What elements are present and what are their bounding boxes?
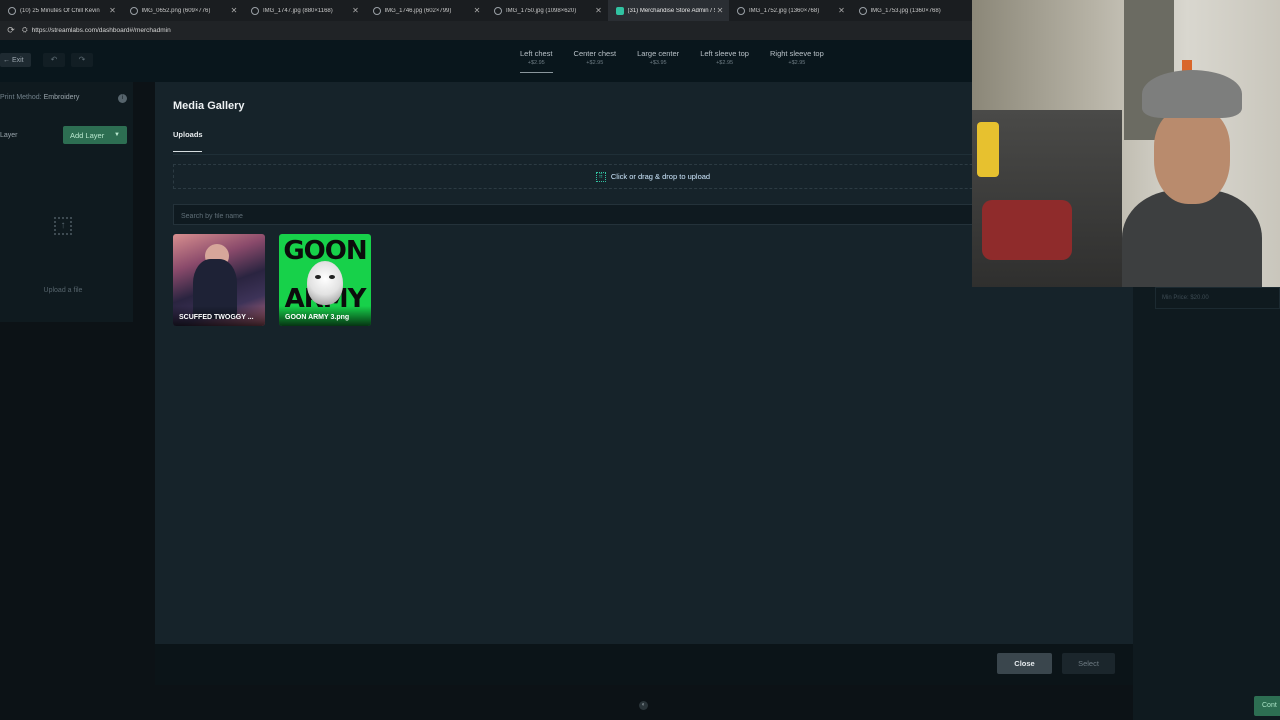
modal-title: Media Gallery [173, 100, 245, 112]
browser-tab[interactable]: IMG_0652.png (609×776) ✕ [122, 0, 244, 21]
webcam-person-cap [1142, 70, 1242, 118]
exit-button[interactable]: ← Exit [0, 53, 31, 67]
exit-label: Exit [11, 56, 24, 64]
dropzone-label: Click or drag & drop to upload [610, 172, 711, 181]
tab-close-icon[interactable]: ✕ [351, 6, 361, 15]
layer-panel: Print Method: Embroidery i Layer Add Lay… [0, 82, 133, 322]
placement-price: +$3.95 [649, 60, 667, 66]
tab-close-icon[interactable]: ✕ [108, 6, 118, 15]
select-button[interactable]: Select [1062, 653, 1115, 674]
webcam-person-body [1122, 190, 1262, 287]
tab-title: IMG_1746.jpg (602×799) [384, 7, 452, 14]
upload-grid-icon: ⠿ [595, 171, 606, 182]
media-thumbnail[interactable]: GOON ARMY GOON ARMY 3.png [279, 234, 371, 326]
browser-tab[interactable]: IMG_1753.jpg (1360×768) [851, 0, 973, 21]
placement-tab-left-sleeve-top[interactable]: Left sleeve top +$2.95 [700, 49, 749, 73]
webcam-background [977, 122, 999, 177]
placement-tab-right-sleeve-top[interactable]: Right sleeve top +$2.95 [770, 49, 824, 73]
modal-footer [155, 644, 1133, 685]
min-price-field[interactable]: Min Price: $20.00 [1155, 287, 1280, 309]
print-method: Print Method: Embroidery [0, 94, 79, 101]
tab-favicon-icon [494, 6, 502, 15]
placement-tab-center-chest[interactable]: Center chest +$2.95 [574, 49, 617, 73]
tab-favicon-icon [615, 6, 624, 15]
continue-button[interactable]: Cont [1254, 696, 1280, 716]
placement-tab-left-chest[interactable]: Left chest +$2.95 [520, 49, 553, 73]
arrow-left-icon: ← [3, 56, 12, 64]
placement-price: +$2.95 [716, 60, 734, 66]
close-button[interactable]: Close [997, 653, 1052, 674]
url-text[interactable]: https://streamlabs.com/dashboard#/mercha… [32, 27, 171, 34]
browser-tab[interactable]: IMG_1752.jpg (1360×768) ✕ [729, 0, 851, 21]
tab-favicon-icon [858, 6, 867, 15]
upload-icon[interactable]: ↑ [54, 217, 72, 235]
redo-icon[interactable]: ↷ [71, 53, 93, 67]
webcam-person [1122, 70, 1262, 287]
tab-close-icon[interactable]: ✕ [837, 6, 847, 15]
tab-favicon-icon [251, 6, 259, 15]
placement-tab-large-center[interactable]: Large center +$3.95 [637, 49, 679, 73]
upload-file-label[interactable]: Upload a file [30, 287, 96, 294]
browser-tab[interactable]: (10) 25 Minutes Of Chill Kevin ✕ [0, 0, 122, 21]
print-method-label: Print Method: [0, 94, 42, 101]
placement-name: Center chest [573, 49, 617, 58]
undo-icon[interactable]: ↶ [43, 53, 65, 67]
webcam-background [982, 200, 1072, 260]
caret-down-icon: ▼ [114, 132, 120, 138]
tab-title: IMG_1752.jpg (1360×768) [749, 7, 820, 14]
placement-price: +$2.95 [527, 60, 545, 66]
placement-name: Right sleeve top [769, 49, 824, 58]
browser-tab-active[interactable]: (31) Merchandise Store Admin / S ✕ [607, 0, 729, 21]
placement-name: Large center [637, 49, 680, 58]
tab-close-icon[interactable]: ✕ [229, 6, 239, 15]
file-name: GOON ARMY 3.png [279, 306, 371, 326]
tab-close-icon[interactable]: ✕ [472, 6, 482, 15]
tab-close-icon[interactable]: ✕ [594, 6, 604, 15]
tab-title: IMG_0652.png (609×776) [141, 7, 211, 14]
tab-title: (10) 25 Minutes Of Chill Kevin [20, 7, 100, 14]
layer-label: Layer [0, 132, 18, 139]
browser-tab-bar: (10) 25 Minutes Of Chill Kevin ✕ IMG_0652… [0, 0, 972, 21]
tab-uploads[interactable]: Uploads [173, 130, 203, 152]
webcam-person-face [1154, 108, 1230, 204]
info-icon[interactable]: i [118, 94, 127, 103]
tab-favicon-icon [737, 6, 745, 15]
placement-name: Left chest [520, 49, 553, 58]
add-layer-button[interactable]: Add Layer ▼ [63, 126, 127, 144]
webcam-overlay [972, 0, 1280, 287]
placement-tabs: Left chest +$2.95 Center chest +$2.95 Larg… [520, 49, 824, 73]
tab-title: IMG_1750.jpg (1098×620) [506, 7, 577, 14]
theme-toggle-icon[interactable]: ◐ [639, 701, 648, 710]
print-method-value: Embroidery [43, 94, 80, 101]
reload-icon[interactable]: ⟳ [0, 25, 22, 36]
browser-tab[interactable]: IMG_1750.jpg (1098×620) ✕ [486, 0, 608, 21]
placement-price: +$2.95 [586, 60, 604, 66]
tab-title: (31) Merchandise Store Admin / S [627, 7, 716, 14]
media-thumbnail[interactable]: SCUFFED TWOGGY ... [173, 234, 265, 326]
tab-title: IMG_1753.jpg (1360×768) [870, 7, 941, 14]
site-info-icon[interactable]: ⛭ [22, 27, 28, 35]
add-layer-label: Add Layer [70, 130, 105, 140]
tab-favicon-icon [372, 6, 381, 15]
thumbnail-image [307, 261, 343, 305]
browser-tab[interactable]: IMG_1747.jpg (880×1168) ✕ [243, 0, 365, 21]
tab-favicon-icon [129, 6, 138, 15]
right-panel [1133, 286, 1280, 720]
file-name: SCUFFED TWOGGY ... [173, 306, 265, 326]
tab-close-icon[interactable]: ✕ [715, 6, 725, 15]
address-bar: ⟳ ⛭ https://streamlabs.com/dashboard#/me… [0, 21, 972, 40]
tab-favicon-icon [8, 6, 16, 15]
placement-price: +$2.95 [788, 60, 806, 66]
browser-tab[interactable]: IMG_1746.jpg (602×799) ✕ [365, 0, 487, 21]
placement-name: Left sleeve top [700, 49, 749, 58]
tab-title: IMG_1747.jpg (880×1168) [263, 7, 333, 14]
